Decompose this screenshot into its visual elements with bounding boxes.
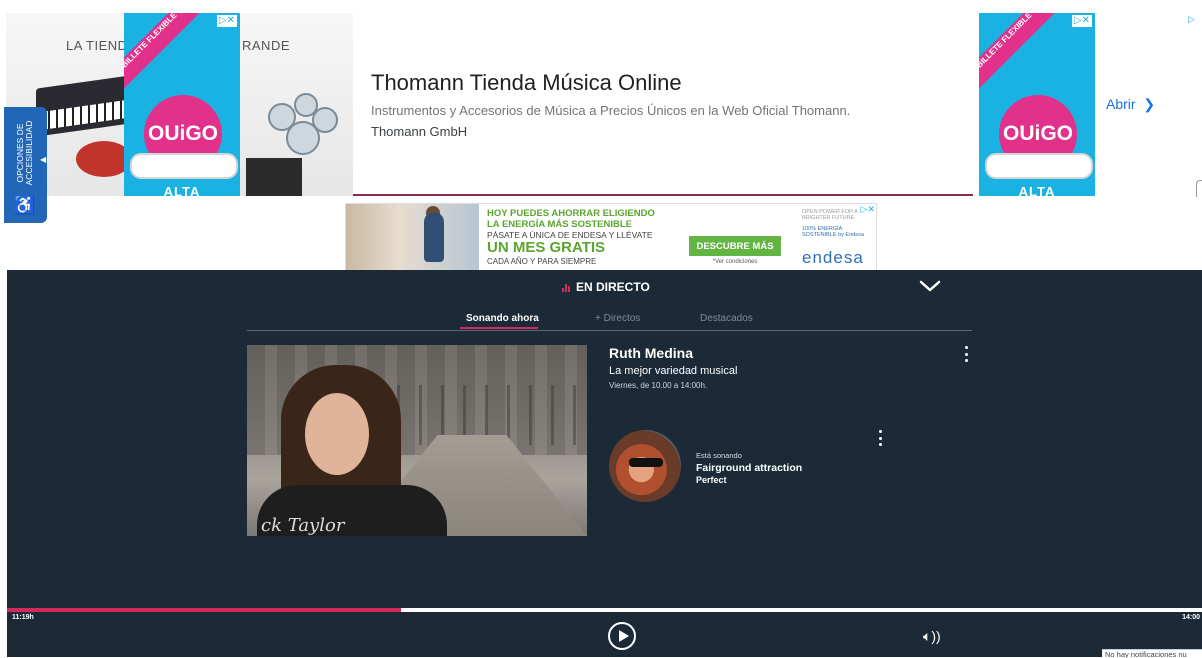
host-name: Ruth Medina <box>609 345 693 361</box>
show-schedule: Viernes, de 10.00 a 14:00h. <box>609 381 708 390</box>
ouigo-band: BILLETE FLEXIBLE <box>979 13 1055 91</box>
banner-line-5: CADA AÑO Y PARA SIEMPRE <box>487 257 597 266</box>
play-button[interactable] <box>608 622 636 650</box>
time-end: 14:00 <box>1182 614 1200 621</box>
banner-line-1: HOY PUEDES AHORRAR ELIGIENDO <box>487 208 655 219</box>
shirt-print: ck Taylor <box>261 515 345 536</box>
caret-left-icon: ◀ <box>40 155 47 164</box>
ad-title[interactable]: Thomann Tienda Música Online <box>371 70 682 96</box>
banner-claim: 100% ENERGÍA SOSTENIBLE by Endesa <box>802 226 865 238</box>
volume-icon[interactable]: 🔈︎)) <box>923 628 941 645</box>
ad-advertiser: Thomann GmbH <box>371 124 468 139</box>
adchoices-icon[interactable]: ▷ <box>1188 14 1195 25</box>
accessibility-tab[interactable]: OPCIONES DE ACCESIBILIDAD ◀ ♿ <box>4 107 47 223</box>
track-artist: Fairground attraction <box>696 462 803 474</box>
endesa-logo: endesa <box>802 248 864 267</box>
ouigo-ad-left[interactable]: BILLETE FLEXIBLE OUiGO ALTA ▷✕ <box>124 13 240 196</box>
ouigo-footer: ALTA <box>1018 184 1056 196</box>
ad-image-text-right: RANDE <box>242 38 291 53</box>
time-start: 11:19h <box>12 614 34 621</box>
ouigo-ad-right[interactable]: BILLETE FLEXIBLE OUiGO ALTA ▷✕ <box>979 13 1095 196</box>
open-ad-button[interactable]: Abrir ❯ <box>1106 96 1155 113</box>
equalizer-icon <box>562 283 570 292</box>
live-label: EN DIRECTO <box>576 280 650 294</box>
track-artwork <box>609 430 681 502</box>
discover-more-button[interactable]: DESCUBRE MÁS <box>689 236 781 256</box>
train-image <box>130 153 238 179</box>
player-tabs: Sonando ahora + Directos Destacados <box>247 313 972 331</box>
show-cover-image: ck Taylor <box>247 345 587 536</box>
ad-corner <box>1196 180 1202 197</box>
chevron-down-icon[interactable] <box>919 276 941 296</box>
conditions-link[interactable]: *Ver condiciones <box>689 259 781 265</box>
show-subtitle: La mejor variedad musical <box>609 365 738 377</box>
accessibility-icon: ♿ <box>13 195 36 215</box>
player-controls: 11:19h 14:00 🔈︎)) <box>7 612 1202 657</box>
radio-player: EN DIRECTO Sonando ahora + Directos Dest… <box>7 270 1202 615</box>
adchoices-icon[interactable]: ▷✕ <box>1071 15 1092 27</box>
banner-line-2: LA ENERGÍA MÁS SOSTENIBLE <box>487 219 632 230</box>
track-more-options-icon[interactable] <box>875 430 885 446</box>
active-tab-indicator <box>460 327 538 329</box>
ad-photo <box>346 204 479 270</box>
now-playing-label: Está sonando <box>696 451 742 460</box>
mixer-image <box>246 158 302 196</box>
tab-directos[interactable]: + Directos <box>595 313 640 324</box>
track-title: Perfect <box>696 475 727 485</box>
tab-destacados[interactable]: Destacados <box>700 313 753 324</box>
show-more-options-icon[interactable] <box>961 346 971 362</box>
drums-image <box>268 93 338 155</box>
ouigo-band: BILLETE FLEXIBLE <box>124 13 200 91</box>
adchoices-icon[interactable]: ▷✕ <box>861 204 875 215</box>
ad-image-text-left: LA TIEND <box>66 38 128 53</box>
tab-sonando-ahora[interactable]: Sonando ahora <box>466 313 539 324</box>
endesa-banner-ad[interactable]: HOY PUEDES AHORRAR ELIGIENDO LA ENERGÍA … <box>345 203 877 271</box>
live-indicator: EN DIRECTO <box>562 280 650 294</box>
chevron-right-icon: ❯ <box>1139 96 1156 112</box>
ad-description: Instrumentos y Accesorios de Música a Pr… <box>371 103 851 118</box>
ouigo-footer: ALTA <box>163 184 201 196</box>
train-image <box>985 153 1093 179</box>
ad-divider <box>353 194 973 196</box>
adchoices-icon[interactable]: ▷✕ <box>216 15 237 27</box>
banner-line-4: UN MES GRATIS <box>487 239 606 256</box>
accessibility-label: OPCIONES DE ACCESIBILIDAD <box>15 120 34 186</box>
open-ad-label: Abrir <box>1106 96 1136 112</box>
